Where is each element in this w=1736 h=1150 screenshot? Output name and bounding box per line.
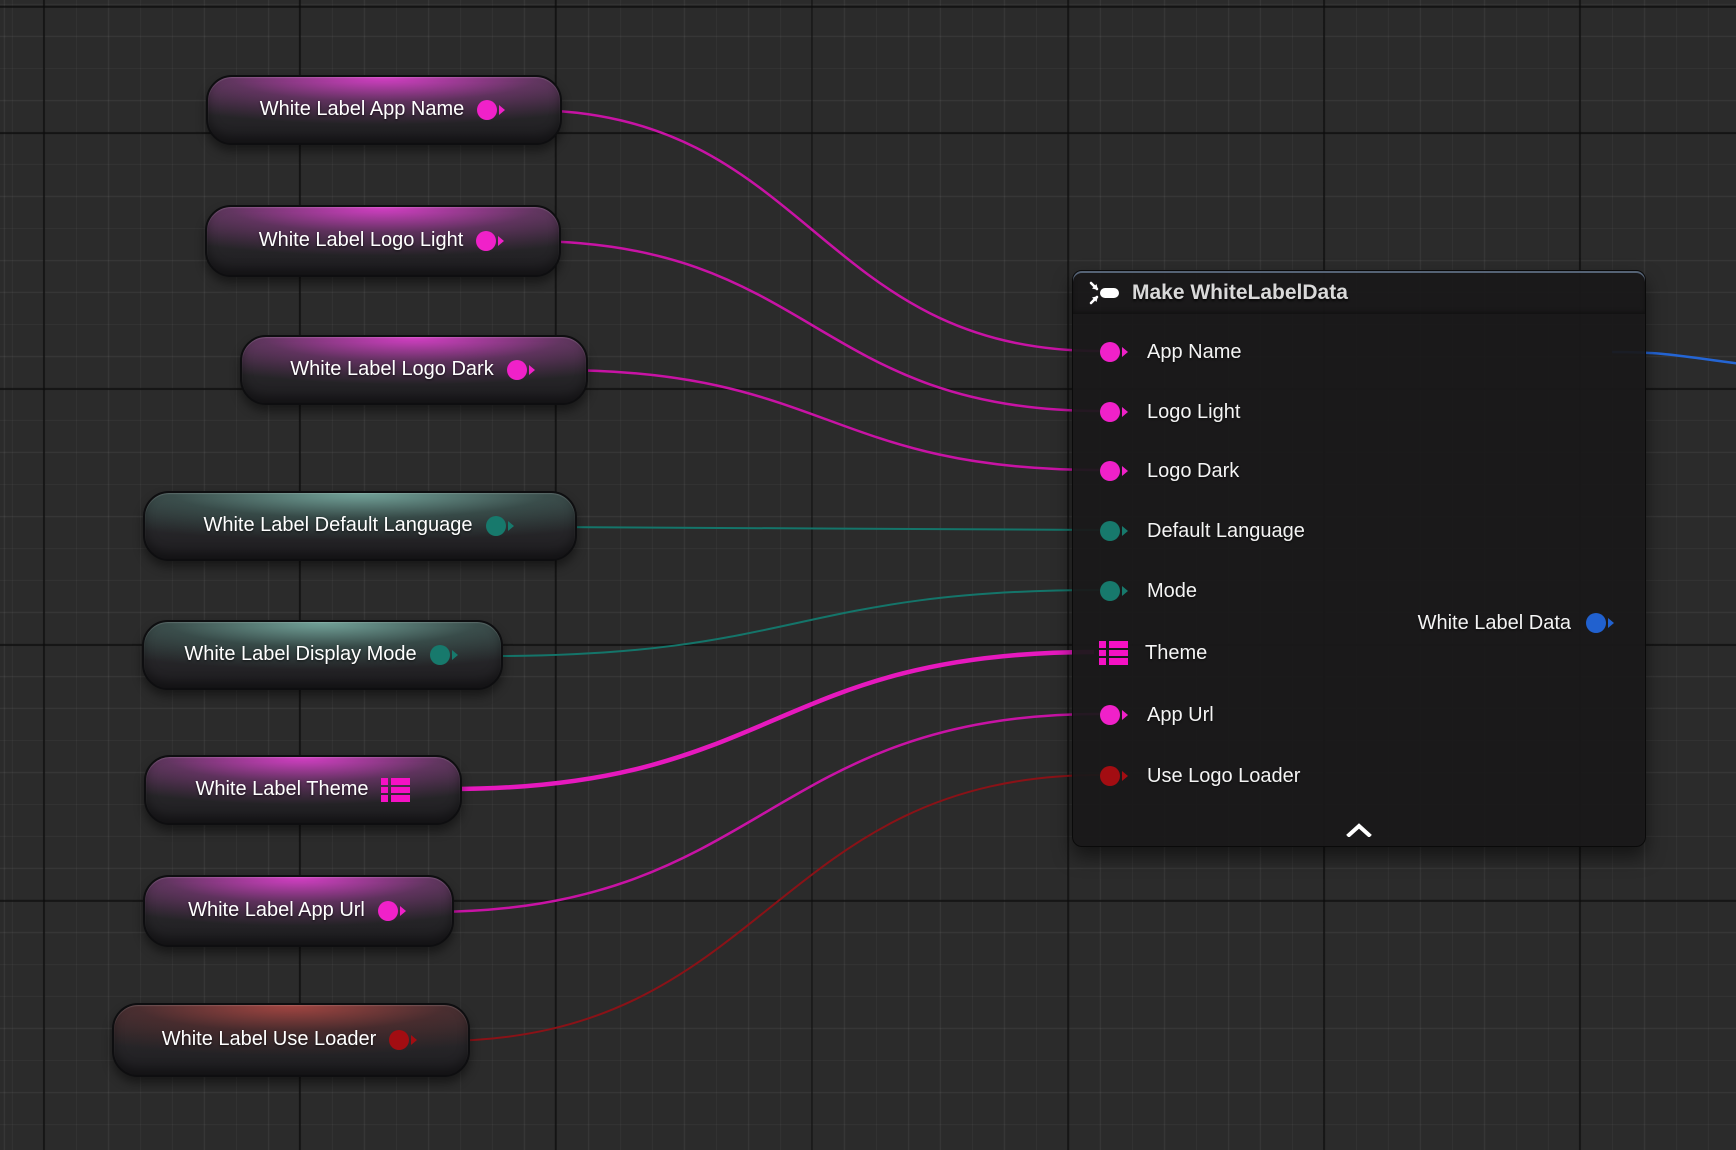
variable-node-white-label-theme[interactable]: White Label Theme xyxy=(144,755,462,825)
wire-app-name xyxy=(526,110,1100,351)
struct-output-pin[interactable] xyxy=(1585,611,1617,635)
string-output-pin[interactable] xyxy=(377,899,409,923)
string-input-pin[interactable] xyxy=(1099,400,1131,424)
make-struct-icon xyxy=(1087,279,1123,307)
string-output-pin[interactable] xyxy=(476,98,508,122)
output-pin-label: White Label Data xyxy=(1418,612,1571,635)
enum-input-pin[interactable] xyxy=(1099,579,1131,603)
input-pin-row-logo-dark: Logo Dark xyxy=(1099,454,1239,488)
variable-node-label: White Label Display Mode xyxy=(184,644,416,666)
input-pin-label: Theme xyxy=(1145,642,1207,665)
input-pin-row-app-url: App Url xyxy=(1099,698,1214,732)
input-pin-row-default-language: Default Language xyxy=(1099,514,1305,548)
variable-node-white-label-app-name[interactable]: White Label App Name xyxy=(206,75,562,145)
collapse-node-button[interactable] xyxy=(1337,820,1381,840)
make-node-title: Make WhiteLabelData xyxy=(1132,281,1348,305)
variable-node-label: White Label Logo Dark xyxy=(290,359,493,381)
wire-logo-dark xyxy=(556,370,1100,470)
variable-node-white-label-display-mode[interactable]: White Label Display Mode xyxy=(142,620,503,690)
input-pin-label: Mode xyxy=(1147,580,1197,603)
make-node-header[interactable]: Make WhiteLabelData xyxy=(1073,271,1645,314)
enum-output-pin[interactable] xyxy=(429,643,461,667)
string-input-pin[interactable] xyxy=(1099,340,1131,364)
make-whitelabeldata-node[interactable]: Make WhiteLabelData App Name Logo Light … xyxy=(1072,270,1646,847)
input-pin-row-use-logo-loader: Use Logo Loader xyxy=(1099,759,1300,793)
blueprint-graph-canvas[interactable]: White Label App Name White Label Logo Li… xyxy=(0,0,1736,1150)
input-pin-label: App Url xyxy=(1147,704,1214,727)
string-input-pin[interactable] xyxy=(1099,459,1131,483)
wire-logo-light xyxy=(527,241,1100,411)
string-output-pin[interactable] xyxy=(475,229,507,253)
wire-use-loader xyxy=(439,775,1100,1041)
input-pin-row-theme: Theme xyxy=(1099,636,1207,670)
variable-node-white-label-logo-dark[interactable]: White Label Logo Dark xyxy=(240,335,588,405)
variable-node-label: White Label Use Loader xyxy=(162,1029,377,1051)
input-pin-row-logo-light: Logo Light xyxy=(1099,395,1240,429)
input-pin-row-mode: Mode xyxy=(1099,574,1197,608)
wire-default-language xyxy=(541,527,1100,530)
input-pin-label: App Name xyxy=(1147,341,1242,364)
struct-grid-icon[interactable] xyxy=(1099,640,1129,666)
input-pin-label: Logo Dark xyxy=(1147,460,1239,483)
bool-input-pin[interactable] xyxy=(1099,764,1131,788)
bool-output-pin[interactable] xyxy=(388,1028,420,1052)
input-pin-label: Use Logo Loader xyxy=(1147,765,1300,788)
chevron-up-icon xyxy=(1346,823,1372,837)
wire-display-mode xyxy=(494,590,1100,656)
variable-node-label: White Label App Url xyxy=(188,900,365,922)
variable-node-label: White Label Logo Light xyxy=(259,230,464,252)
variable-node-white-label-logo-light[interactable]: White Label Logo Light xyxy=(205,205,561,277)
input-pin-label: Default Language xyxy=(1147,520,1305,543)
wire-app-url xyxy=(429,714,1100,912)
enum-input-pin[interactable] xyxy=(1099,519,1131,543)
variable-node-white-label-use-loader[interactable]: White Label Use Loader xyxy=(112,1003,470,1077)
variable-node-label: White Label Default Language xyxy=(203,515,472,537)
input-pin-row-app-name: App Name xyxy=(1099,335,1242,369)
variable-node-white-label-app-url[interactable]: White Label App Url xyxy=(143,875,454,947)
variable-node-white-label-default-language[interactable]: White Label Default Language xyxy=(143,491,577,561)
variable-node-label: White Label Theme xyxy=(195,779,368,801)
output-pin-row-white-label-data: White Label Data xyxy=(1418,606,1617,640)
variable-node-label: White Label App Name xyxy=(260,99,465,121)
enum-output-pin[interactable] xyxy=(485,514,517,538)
input-pin-label: Logo Light xyxy=(1147,401,1240,424)
struct-grid-icon[interactable] xyxy=(381,777,411,803)
string-input-pin[interactable] xyxy=(1099,703,1131,727)
string-output-pin[interactable] xyxy=(506,358,538,382)
